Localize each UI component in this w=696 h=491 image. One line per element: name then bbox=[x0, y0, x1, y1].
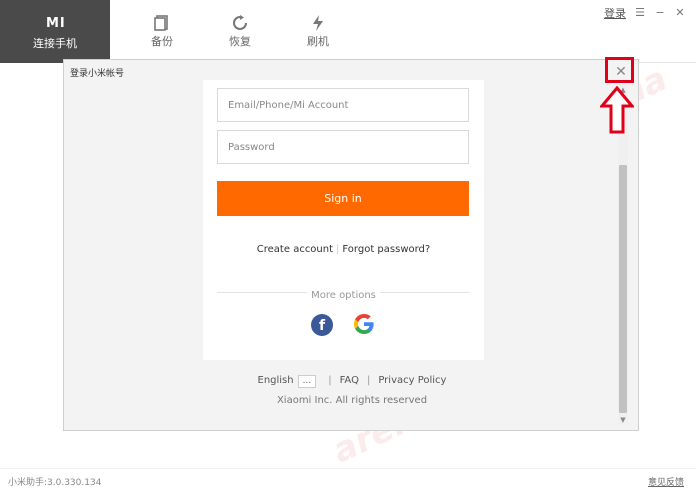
window-controls: 登录 ☰ − ✕ bbox=[604, 5, 686, 21]
dialog-footer-links: English... | FAQ | Privacy Policy bbox=[64, 375, 640, 388]
login-link[interactable]: 登录 bbox=[604, 5, 626, 21]
backup-icon bbox=[154, 15, 168, 31]
nav-connect-phone[interactable]: MI 连接手机 bbox=[0, 0, 110, 63]
copyright-text: Xiaomi Inc. All rights reserved bbox=[276, 395, 428, 406]
scroll-thumb[interactable] bbox=[619, 165, 627, 413]
close-highlight-box bbox=[605, 57, 634, 83]
privacy-policy-link[interactable]: Privacy Policy bbox=[378, 375, 446, 386]
create-account-link[interactable]: Create account bbox=[257, 244, 333, 255]
login-dialog: 登录小米帐号 ✕ Email/Phone/Mi Account Password… bbox=[63, 59, 639, 431]
mi-logo-icon: MI bbox=[46, 16, 66, 31]
links-separator: | bbox=[336, 244, 340, 255]
language-label: English bbox=[257, 375, 294, 386]
dialog-scrollbar[interactable]: ▲ ▼ bbox=[618, 85, 628, 425]
forgot-password-link[interactable]: Forgot password? bbox=[342, 244, 430, 255]
account-input[interactable]: Email/Phone/Mi Account bbox=[217, 88, 469, 122]
up-arrow-icon bbox=[600, 86, 634, 134]
nav-restore[interactable]: 恢复 bbox=[210, 0, 270, 63]
login-card: Email/Phone/Mi Account Password Sign in … bbox=[203, 80, 484, 360]
flash-icon bbox=[313, 15, 323, 31]
version-label: 小米助手:3.0.330.134 bbox=[8, 478, 102, 488]
password-input[interactable]: Password bbox=[217, 130, 469, 164]
scroll-down-icon[interactable]: ▼ bbox=[618, 415, 628, 425]
nav-flash-label: 刷机 bbox=[307, 35, 329, 48]
account-links: Create account | Forgot password? bbox=[203, 244, 484, 255]
nav-restore-label: 恢复 bbox=[229, 35, 251, 48]
faq-link[interactable]: FAQ bbox=[340, 375, 359, 386]
minimize-icon[interactable]: − bbox=[654, 7, 666, 19]
nav-backup[interactable]: 备份 bbox=[132, 0, 192, 63]
google-icon[interactable] bbox=[352, 312, 376, 336]
top-navigation: MI 连接手机 备份 恢复 刷机 登录 ☰ − ✕ bbox=[0, 0, 696, 63]
feedback-link[interactable]: 意见反馈 bbox=[648, 475, 684, 488]
dialog-title: 登录小米帐号 bbox=[70, 69, 125, 79]
language-select-button[interactable]: ... bbox=[297, 375, 317, 388]
restore-icon bbox=[233, 15, 247, 30]
facebook-icon[interactable]: f bbox=[311, 314, 333, 336]
sign-in-button[interactable]: Sign in bbox=[217, 181, 469, 216]
close-window-icon[interactable]: ✕ bbox=[674, 7, 686, 19]
footer-separator: | bbox=[366, 375, 371, 386]
nav-backup-label: 备份 bbox=[151, 35, 173, 48]
nav-connect-phone-label: 连接手机 bbox=[33, 37, 77, 50]
more-options-label: More options bbox=[203, 290, 484, 301]
nav-flash[interactable]: 刷机 bbox=[288, 0, 348, 63]
footer-separator: | bbox=[328, 375, 332, 386]
menu-icon[interactable]: ☰ bbox=[634, 7, 646, 19]
status-bar: 小米助手:3.0.330.134 意见反馈 bbox=[0, 468, 696, 491]
